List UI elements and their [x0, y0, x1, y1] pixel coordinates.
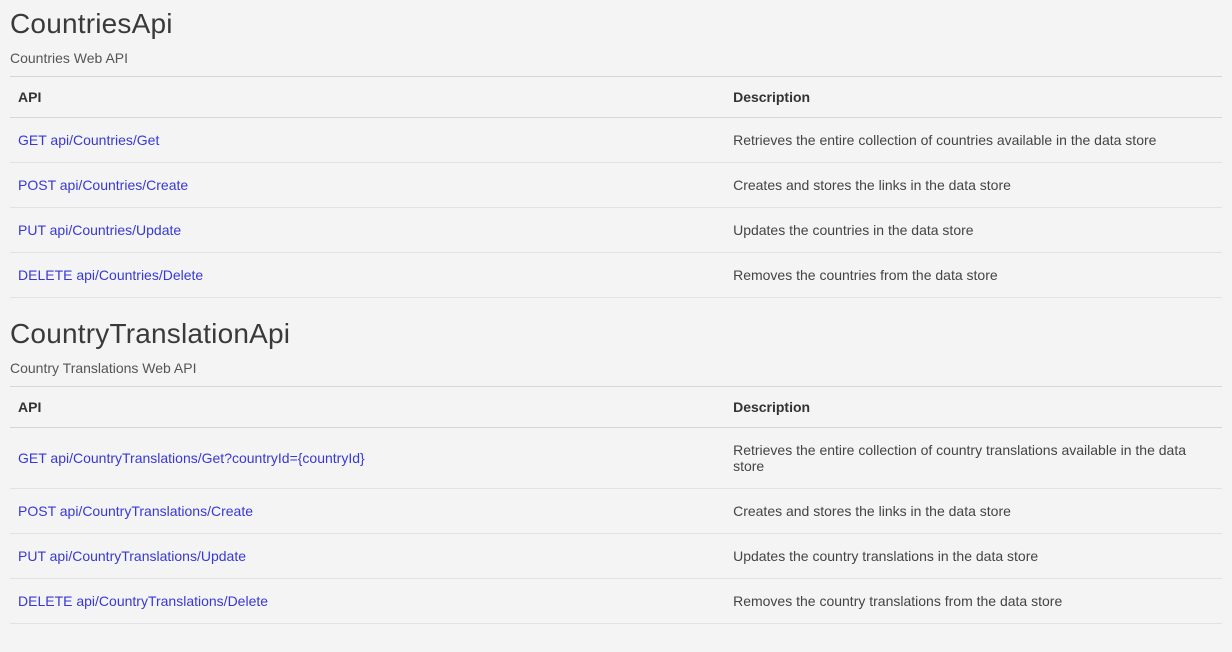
api-description: Removes the countries from the data stor… [725, 253, 1222, 298]
api-description: Retrieves the entire collection of count… [725, 428, 1222, 489]
api-link[interactable]: POST api/Countries/Create [18, 177, 188, 193]
api-description: Creates and stores the links in the data… [725, 163, 1222, 208]
api-table: API Description GET api/CountryTranslati… [10, 386, 1222, 624]
table-row: POST api/CountryTranslations/Create Crea… [10, 489, 1222, 534]
th-api: API [10, 387, 725, 428]
api-description: Retrieves the entire collection of count… [725, 118, 1222, 163]
table-row: DELETE api/CountryTranslations/Delete Re… [10, 579, 1222, 624]
api-description: Removes the country translations from th… [725, 579, 1222, 624]
th-description: Description [725, 387, 1222, 428]
api-section-country-translation: CountryTranslationApi Country Translatio… [10, 318, 1222, 624]
api-link[interactable]: DELETE api/Countries/Delete [18, 267, 203, 283]
api-section-countries: CountriesApi Countries Web API API Descr… [10, 8, 1222, 298]
th-description: Description [725, 77, 1222, 118]
table-row: PUT api/Countries/Update Updates the cou… [10, 208, 1222, 253]
api-link[interactable]: GET api/Countries/Get [18, 132, 159, 148]
api-description: Updates the country translations in the … [725, 534, 1222, 579]
api-link[interactable]: POST api/CountryTranslations/Create [18, 503, 253, 519]
api-link[interactable]: PUT api/Countries/Update [18, 222, 181, 238]
section-title: CountriesApi [10, 8, 1222, 40]
api-link[interactable]: GET api/CountryTranslations/Get?countryI… [18, 450, 365, 466]
table-row: PUT api/CountryTranslations/Update Updat… [10, 534, 1222, 579]
table-row: DELETE api/Countries/Delete Removes the … [10, 253, 1222, 298]
table-row: GET api/CountryTranslations/Get?countryI… [10, 428, 1222, 489]
api-description: Creates and stores the links in the data… [725, 489, 1222, 534]
table-row: POST api/Countries/Create Creates and st… [10, 163, 1222, 208]
section-subtitle: Country Translations Web API [10, 360, 1222, 376]
api-link[interactable]: PUT api/CountryTranslations/Update [18, 548, 246, 564]
api-link[interactable]: DELETE api/CountryTranslations/Delete [18, 593, 268, 609]
table-row: GET api/Countries/Get Retrieves the enti… [10, 118, 1222, 163]
th-api: API [10, 77, 725, 118]
section-title: CountryTranslationApi [10, 318, 1222, 350]
section-subtitle: Countries Web API [10, 50, 1222, 66]
api-table: API Description GET api/Countries/Get Re… [10, 76, 1222, 298]
api-description: Updates the countries in the data store [725, 208, 1222, 253]
